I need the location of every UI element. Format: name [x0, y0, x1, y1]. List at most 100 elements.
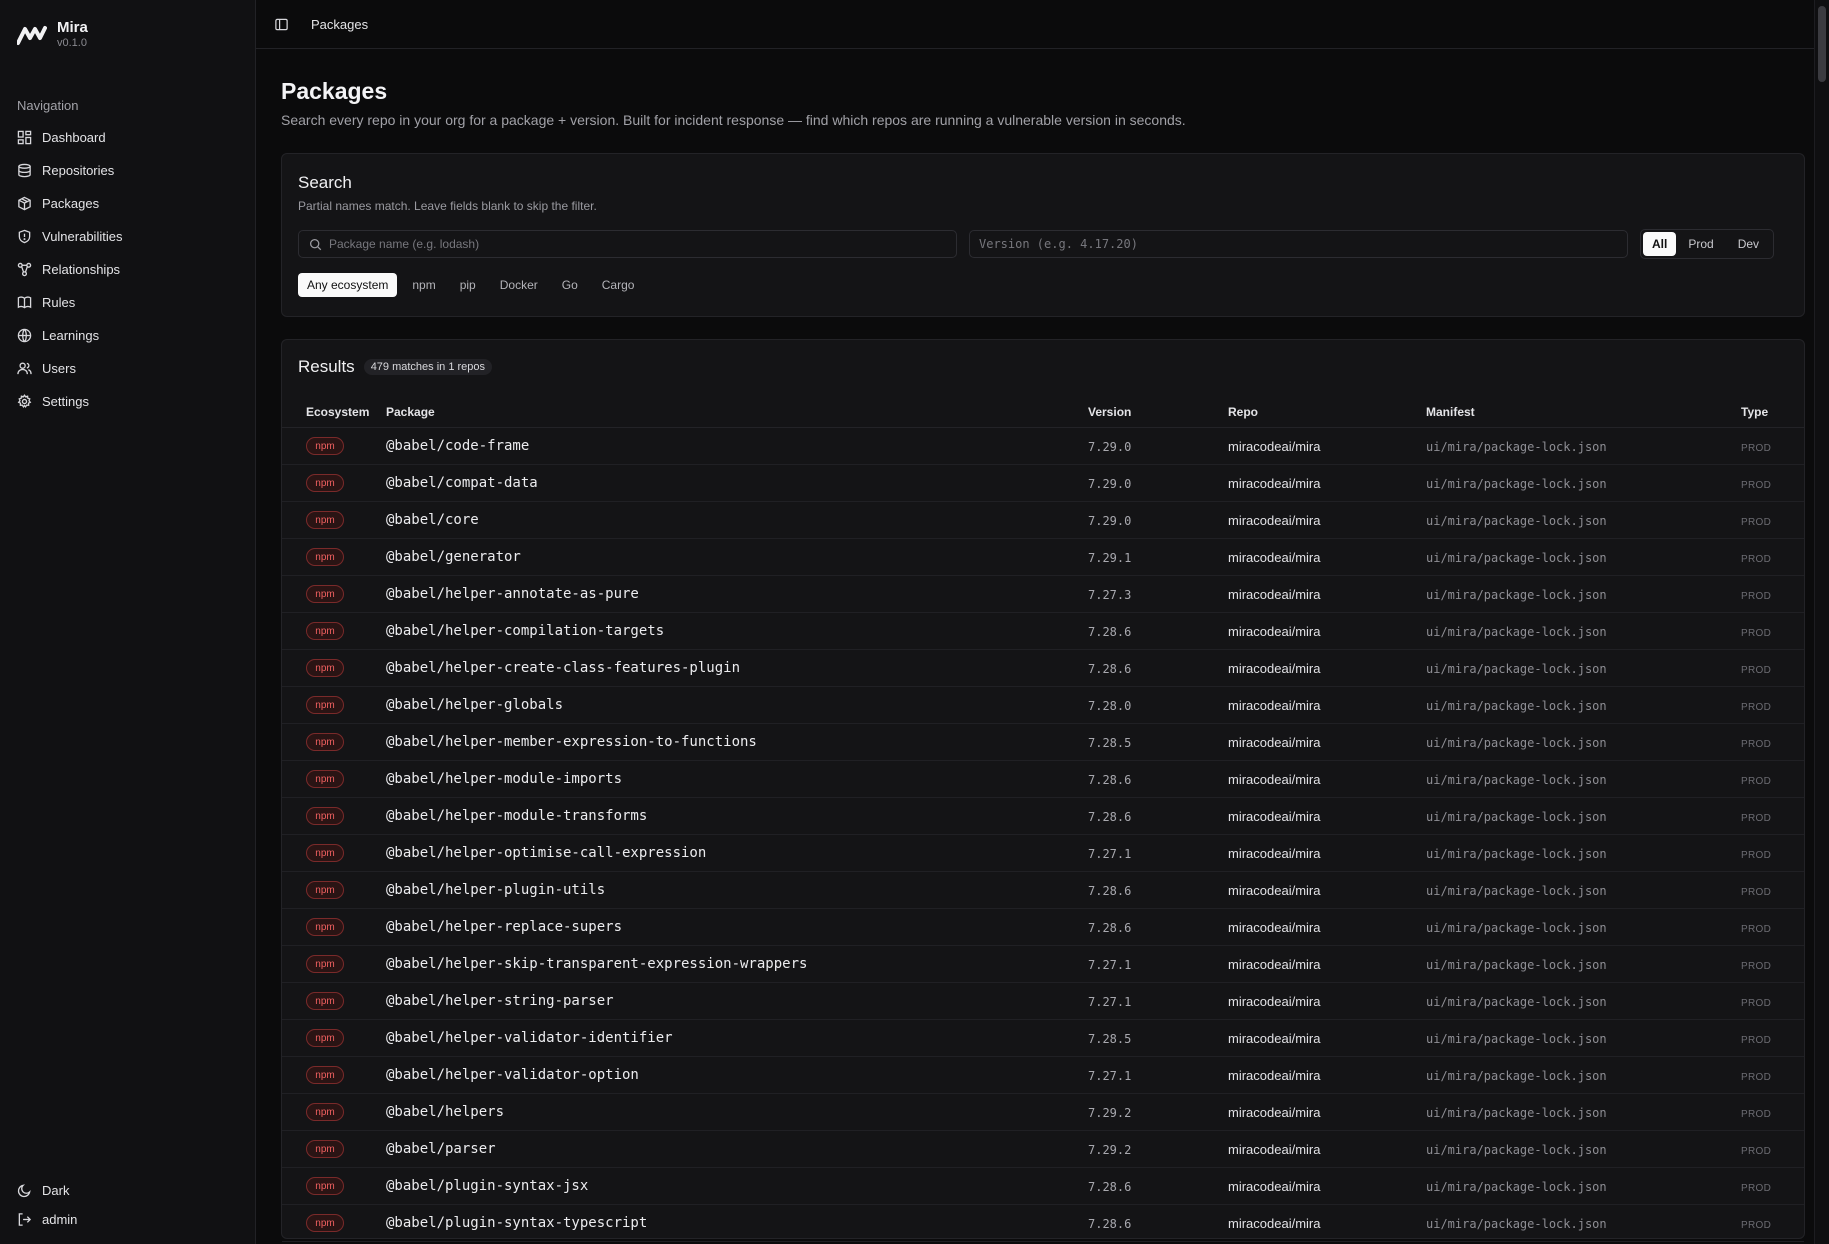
table-row[interactable]: npm @babel/core 7.29.0 miracodeai/mira ui/mi…: [282, 501, 1804, 539]
sidebar-item-vulnerabilities[interactable]: Vulnerabilities: [0, 220, 255, 253]
gear-icon: [17, 394, 32, 408]
table-row[interactable]: npm @babel/helper-globals 7.28.0 miracodeai…: [282, 686, 1804, 724]
package-name: @babel/helper-module-imports: [386, 771, 623, 787]
table-row[interactable]: npm @babel/helpers 7.29.2 miracodeai/mira ui…: [282, 1093, 1804, 1131]
ecosystem-badge-cell: npm: [282, 1019, 386, 1057]
table-row[interactable]: npm @babel/helper-plugin-utils 7.28.6 mirac…: [282, 871, 1804, 909]
sidebar-item-dashboard[interactable]: Dashboard: [0, 121, 255, 154]
theme-toggle[interactable]: Dark: [0, 1176, 255, 1205]
package-name-cell: @babel/helper-annotate-as-pure: [386, 575, 1088, 613]
ecosystem-any[interactable]: Any ecosystem: [298, 273, 398, 297]
package-name: @babel/helper-compilation-targets: [386, 623, 665, 639]
package-name-cell: @babel/helpers: [386, 1093, 1088, 1131]
package-version-cell: 7.28.6: [1088, 612, 1228, 650]
dependency-type: PROD: [1741, 442, 1772, 454]
manifest-path-cell: ui/mira/package-lock.json: [1426, 464, 1741, 502]
sidebar-toggle-icon[interactable]: [274, 17, 289, 32]
table-row[interactable]: npm @babel/helper-compilation-targets 7.28…: [282, 612, 1804, 650]
package-name-cell: @babel/helper-plugin-utils: [386, 871, 1088, 909]
sidebar-item-learnings[interactable]: Learnings: [0, 319, 255, 352]
manifest-path: ui/mira/package-lock.json: [1426, 846, 1607, 861]
ecosystem-cargo[interactable]: Cargo: [592, 273, 645, 297]
sidebar-item-settings[interactable]: Settings: [0, 385, 255, 418]
ecosystem-badge-cell: npm: [282, 501, 386, 539]
version-search-input[interactable]: [979, 237, 1627, 251]
manifest-path: ui/mira/package-lock.json: [1426, 1142, 1607, 1157]
manifest-path: ui/mira/package-lock.json: [1426, 1068, 1607, 1083]
scrollbar-thumb[interactable]: [1818, 6, 1826, 82]
repo-name: miracodeai/mira: [1228, 1178, 1321, 1194]
type-filter-prod[interactable]: Prod: [1676, 232, 1725, 256]
repo-name-cell: miracodeai/mira: [1228, 908, 1426, 946]
package-name: @babel/compat-data: [386, 475, 538, 491]
ecosystem-docker[interactable]: Docker: [490, 273, 548, 297]
repo-name-cell: miracodeai/mira: [1228, 834, 1426, 872]
ecosystem-npm[interactable]: npm: [402, 273, 445, 297]
dependency-type: PROD: [1741, 1034, 1772, 1046]
ecosystem-badge-cell: npm: [282, 760, 386, 798]
manifest-path-cell: ui/mira/package-lock.json: [1426, 686, 1741, 724]
column-header-ecosystem[interactable]: Ecosystem: [282, 397, 386, 428]
manifest-path-cell: ui/mira/package-lock.json: [1426, 1204, 1741, 1242]
ecosystem-badge: npm: [306, 770, 344, 788]
repo-name: miracodeai/mira: [1228, 734, 1321, 750]
column-header-package[interactable]: Package: [386, 397, 1088, 428]
brand[interactable]: Mira v0.1.0: [0, 0, 255, 69]
logout-button[interactable]: admin: [0, 1205, 255, 1234]
column-header-repo[interactable]: Repo: [1228, 397, 1426, 428]
manifest-path-cell: ui/mira/package-lock.json: [1426, 1093, 1741, 1131]
repo-name: miracodeai/mira: [1228, 993, 1321, 1009]
table-row[interactable]: npm @babel/helper-validator-identifier 7.2…: [282, 1019, 1804, 1057]
table-row[interactable]: npm @babel/helper-annotate-as-pure 7.27.3 m…: [282, 575, 1804, 613]
dependency-type: PROD: [1741, 1108, 1772, 1120]
table-row[interactable]: npm @babel/parser 7.29.2 miracodeai/mira ui/…: [282, 1130, 1804, 1168]
ecosystem-go[interactable]: Go: [552, 273, 588, 297]
table-row[interactable]: npm @babel/helper-module-transforms 7.28.6…: [282, 797, 1804, 835]
type-filter-all[interactable]: All: [1643, 232, 1677, 256]
sidebar-item-users[interactable]: Users: [0, 352, 255, 385]
table-row[interactable]: npm @babel/helper-member-expression-to-fu…: [282, 723, 1804, 761]
sidebar-footer: Dark admin: [0, 1176, 255, 1234]
nav-heading: Navigation: [17, 98, 79, 113]
column-header-version[interactable]: Version: [1088, 397, 1228, 428]
table-row[interactable]: npm @babel/code-frame 7.29.0 miracodeai/mir…: [282, 427, 1804, 465]
manifest-path-cell: ui/mira/package-lock.json: [1426, 723, 1741, 761]
table-row[interactable]: npm @babel/helper-module-imports 7.28.6 mir…: [282, 760, 1804, 798]
manifest-path-cell: ui/mira/package-lock.json: [1426, 834, 1741, 872]
dependency-type-cell: PROD: [1741, 834, 1804, 872]
package-version-cell: 7.28.6: [1088, 908, 1228, 946]
page-subtitle: Search every repo in your org for a pack…: [281, 112, 1186, 128]
table-row[interactable]: npm @babel/helper-replace-supers 7.28.6 mir…: [282, 908, 1804, 946]
table-row[interactable]: npm @babel/helper-create-class-features-p…: [282, 649, 1804, 687]
repo-name: miracodeai/mira: [1228, 549, 1321, 565]
column-header-manifest[interactable]: Manifest: [1426, 397, 1741, 428]
type-filter-dev[interactable]: Dev: [1726, 232, 1771, 256]
package-version: 7.28.6: [1088, 1216, 1132, 1231]
page-content: Packages Search every repo in your org f…: [256, 77, 1829, 1242]
table-row[interactable]: npm @babel/plugin-syntax-typescript 7.28.6…: [282, 1204, 1804, 1242]
dependency-type: PROD: [1741, 1071, 1772, 1083]
package-name-cell: @babel/plugin-syntax-typescript: [386, 1204, 1088, 1242]
package-version: 7.28.6: [1088, 883, 1132, 898]
column-header-type[interactable]: Type: [1741, 397, 1804, 428]
sidebar-item-packages[interactable]: Packages: [0, 187, 255, 220]
graph-icon: [17, 262, 32, 277]
table-row[interactable]: npm @babel/compat-data 7.29.0 miracodeai/mi…: [282, 464, 1804, 502]
dependency-type-cell: PROD: [1741, 797, 1804, 835]
table-row[interactable]: npm @babel/helper-string-parser 7.27.1 mira…: [282, 982, 1804, 1020]
table-row[interactable]: npm @babel/helper-validator-option 7.27.1 m…: [282, 1056, 1804, 1094]
ecosystem-badge: npm: [306, 622, 344, 640]
manifest-path-cell: ui/mira/package-lock.json: [1426, 612, 1741, 650]
table-row[interactable]: npm @babel/plugin-syntax-jsx 7.28.6 miracod…: [282, 1167, 1804, 1205]
sidebar-item-rules[interactable]: Rules: [0, 286, 255, 319]
table-row[interactable]: npm @babel/helper-skip-transparent-expres…: [282, 945, 1804, 983]
ecosystem-pip[interactable]: pip: [450, 273, 486, 297]
repo-name-cell: miracodeai/mira: [1228, 760, 1426, 798]
sidebar-item-relationships[interactable]: Relationships: [0, 253, 255, 286]
scrollbar[interactable]: [1814, 0, 1829, 1244]
table-row[interactable]: npm @babel/generator 7.29.1 miracodeai/mira…: [282, 538, 1804, 576]
package-search-input[interactable]: [329, 237, 956, 251]
dependency-type: PROD: [1741, 738, 1772, 750]
sidebar-item-repositories[interactable]: Repositories: [0, 154, 255, 187]
table-row[interactable]: npm @babel/helper-optimise-call-expressio…: [282, 834, 1804, 872]
